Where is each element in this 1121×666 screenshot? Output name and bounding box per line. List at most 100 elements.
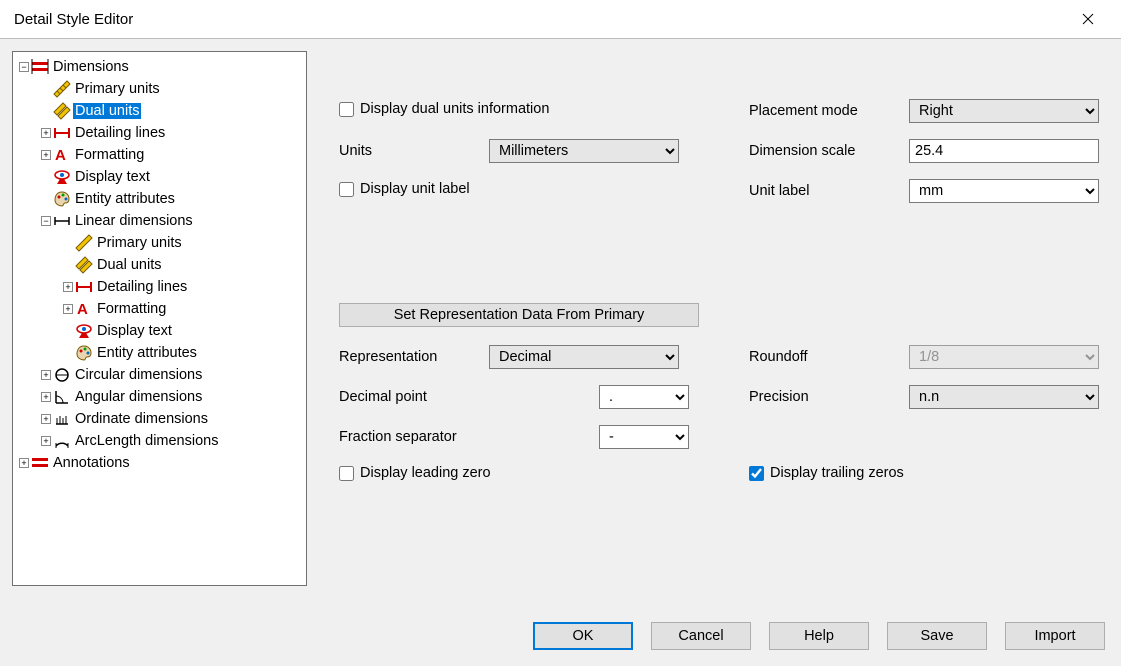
circular-icon bbox=[53, 366, 71, 384]
representation-label: Representation bbox=[339, 349, 489, 365]
tree-label: Ordinate dimensions bbox=[73, 411, 210, 427]
ruler-icon bbox=[53, 80, 71, 98]
tree-label: Entity attributes bbox=[73, 191, 177, 207]
window-close-button[interactable] bbox=[1069, 4, 1107, 34]
fraction-separator-select[interactable]: - bbox=[599, 425, 689, 449]
display-unit-label-checkbox-wrap[interactable]: Display unit label bbox=[339, 181, 470, 197]
arclength-icon bbox=[53, 432, 71, 450]
display-leading-zero-checkbox[interactable] bbox=[339, 466, 354, 481]
tree-node-display-text[interactable]: Display text bbox=[41, 166, 306, 188]
display-trailing-zeros-checkbox-wrap[interactable]: Display trailing zeros bbox=[749, 465, 904, 481]
tree-label: Angular dimensions bbox=[73, 389, 204, 405]
expand-icon[interactable]: + bbox=[41, 414, 51, 424]
expand-icon[interactable]: + bbox=[19, 458, 29, 468]
display-trailing-zeros-label: Display trailing zeros bbox=[770, 465, 904, 481]
roundoff-label: Roundoff bbox=[749, 349, 909, 365]
tree-label: Circular dimensions bbox=[73, 367, 204, 383]
main-row: − Dimensions Primary units bbox=[12, 51, 1109, 608]
double-ruler-icon bbox=[53, 102, 71, 120]
tree-node-angular-dimensions[interactable]: + Angular dimensions bbox=[41, 386, 306, 408]
tree-label: Entity attributes bbox=[95, 345, 199, 361]
tree-label: Detailing lines bbox=[73, 125, 167, 141]
decimal-point-label: Decimal point bbox=[339, 389, 489, 405]
tree-node-formatting[interactable]: + A Formatting bbox=[41, 144, 306, 166]
collapse-icon[interactable]: − bbox=[41, 216, 51, 226]
dialog-footer: OK Cancel Help Save Import bbox=[12, 616, 1109, 656]
tree-node-linear-detailing-lines[interactable]: + Detailing lines bbox=[63, 276, 306, 298]
ordinate-icon bbox=[53, 410, 71, 428]
tree-node-linear-entity-attributes[interactable]: Entity attributes bbox=[63, 342, 306, 364]
expand-icon[interactable]: + bbox=[41, 150, 51, 160]
save-button[interactable]: Save bbox=[887, 622, 987, 650]
tree-node-linear-display-text[interactable]: Display text bbox=[63, 320, 306, 342]
titlebar: Detail Style Editor bbox=[0, 0, 1121, 39]
units-select[interactable]: Millimeters bbox=[489, 139, 679, 163]
window-title: Detail Style Editor bbox=[14, 11, 133, 28]
collapse-icon[interactable]: − bbox=[19, 62, 29, 72]
tree-label: Primary units bbox=[73, 81, 162, 97]
tree-node-annotations[interactable]: + Annotations bbox=[19, 452, 306, 474]
tree-node-dual-units[interactable]: Dual units bbox=[41, 100, 306, 122]
representation-select[interactable]: Decimal bbox=[489, 345, 679, 369]
double-ruler-icon bbox=[75, 256, 93, 274]
tree-label: Formatting bbox=[73, 147, 146, 163]
unit-label-label: Unit label bbox=[749, 183, 909, 199]
tree-node-primary-units[interactable]: Primary units bbox=[41, 78, 306, 100]
annotations-icon bbox=[31, 454, 49, 472]
svg-text:A: A bbox=[55, 147, 66, 164]
tree-label: Dual units bbox=[73, 103, 141, 119]
expand-icon[interactable]: + bbox=[41, 392, 51, 402]
tree-label: Detailing lines bbox=[95, 279, 189, 295]
tree-node-entity-attributes[interactable]: Entity attributes bbox=[41, 188, 306, 210]
tree-node-circular-dimensions[interactable]: + Circular dimensions bbox=[41, 364, 306, 386]
ok-button[interactable]: OK bbox=[533, 622, 633, 650]
tree-node-linear-formatting[interactable]: + A Formatting bbox=[63, 298, 306, 320]
tree-node-ordinate-dimensions[interactable]: + Ordinate dimensions bbox=[41, 408, 306, 430]
palette-icon bbox=[53, 190, 71, 208]
svg-text:A: A bbox=[77, 301, 88, 318]
tree-label: Display text bbox=[95, 323, 174, 339]
tree-node-arclength-dimensions[interactable]: + ArcLength dimensions bbox=[41, 430, 306, 452]
tree-node-detailing-lines[interactable]: + Detailing lines bbox=[41, 122, 306, 144]
import-button[interactable]: Import bbox=[1005, 622, 1105, 650]
expand-icon[interactable]: + bbox=[41, 370, 51, 380]
display-dual-units-checkbox-wrap[interactable]: Display dual units information bbox=[339, 101, 549, 117]
tree-label: Formatting bbox=[95, 301, 168, 317]
precision-select[interactable]: n.n bbox=[909, 385, 1099, 409]
placement-mode-select[interactable]: Right bbox=[909, 99, 1099, 123]
display-leading-zero-label: Display leading zero bbox=[360, 465, 491, 481]
ruler-icon bbox=[75, 234, 93, 252]
unit-label-select[interactable]: mm bbox=[909, 179, 1099, 203]
tree-label: Linear dimensions bbox=[73, 213, 195, 229]
fraction-separator-label: Fraction separator bbox=[339, 429, 489, 445]
expand-icon[interactable]: + bbox=[41, 128, 51, 138]
tree-label: Annotations bbox=[51, 455, 132, 471]
expand-icon[interactable]: + bbox=[41, 436, 51, 446]
dimension-scale-input[interactable] bbox=[909, 139, 1099, 163]
decimal-point-select[interactable]: . bbox=[599, 385, 689, 409]
tree-node-linear-dual-units[interactable]: Dual units bbox=[63, 254, 306, 276]
detailing-lines-icon bbox=[75, 278, 93, 296]
angular-icon bbox=[53, 388, 71, 406]
tree-node-linear-dimensions[interactable]: − Linear dimensions bbox=[41, 210, 306, 232]
tree-node-dimensions[interactable]: − Dimensions bbox=[19, 56, 306, 78]
expand-icon[interactable]: + bbox=[63, 304, 73, 314]
display-unit-label-label: Display unit label bbox=[360, 181, 470, 197]
client-area: − Dimensions Primary units bbox=[0, 39, 1121, 666]
tree-label: Dual units bbox=[95, 257, 163, 273]
cancel-button[interactable]: Cancel bbox=[651, 622, 751, 650]
help-button[interactable]: Help bbox=[769, 622, 869, 650]
dimension-scale-label: Dimension scale bbox=[749, 143, 909, 159]
expand-icon[interactable]: + bbox=[63, 282, 73, 292]
display-dual-units-label: Display dual units information bbox=[360, 101, 549, 117]
display-text-icon bbox=[75, 322, 93, 340]
display-leading-zero-checkbox-wrap[interactable]: Display leading zero bbox=[339, 465, 491, 481]
tree-label: ArcLength dimensions bbox=[73, 433, 220, 449]
display-trailing-zeros-checkbox[interactable] bbox=[749, 466, 764, 481]
tree-node-linear-primary-units[interactable]: Primary units bbox=[63, 232, 306, 254]
tree-panel[interactable]: − Dimensions Primary units bbox=[12, 51, 307, 586]
detailing-lines-icon bbox=[53, 124, 71, 142]
display-unit-label-checkbox[interactable] bbox=[339, 182, 354, 197]
set-representation-button[interactable]: Set Representation Data From Primary bbox=[339, 303, 699, 327]
display-dual-units-checkbox[interactable] bbox=[339, 102, 354, 117]
